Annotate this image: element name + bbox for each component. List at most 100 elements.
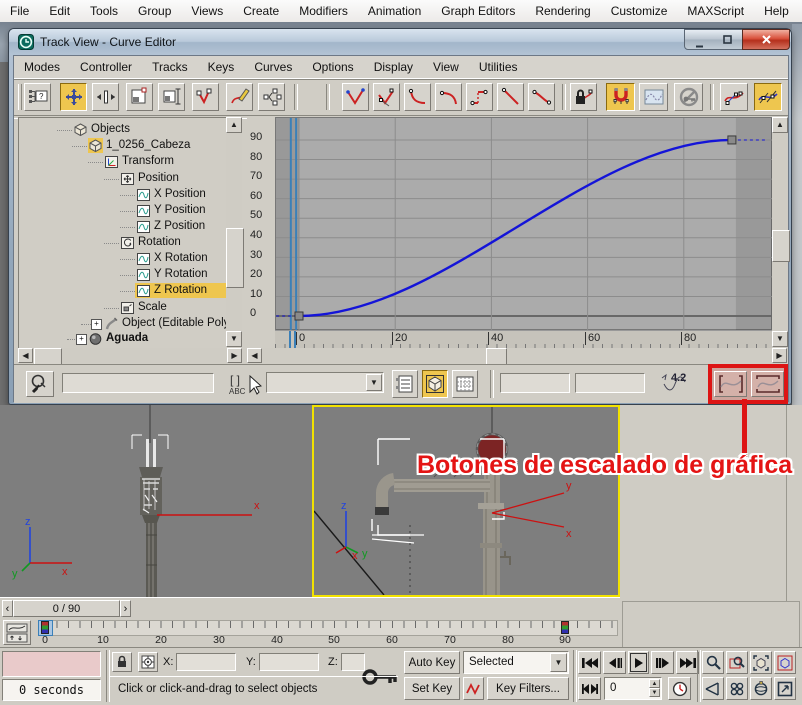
hierarchy-tree[interactable]: Objects 1_0256_Cabeza Transform Position… bbox=[18, 117, 227, 348]
track-sets-editor-button[interactable] bbox=[392, 370, 418, 398]
filters-button[interactable]: ? bbox=[24, 83, 51, 111]
zoom-all-button[interactable] bbox=[726, 651, 748, 674]
key-value-field[interactable] bbox=[575, 373, 645, 393]
tree-item-x-position[interactable]: X Position bbox=[19, 187, 227, 203]
time-slider-tick[interactable] bbox=[289, 331, 291, 348]
set-tangents-slow-button[interactable] bbox=[435, 83, 462, 111]
keyframe-marker-90[interactable] bbox=[561, 621, 569, 634]
set-tangents-custom-button[interactable] bbox=[373, 83, 400, 111]
set-tangents-step-button[interactable] bbox=[466, 83, 493, 111]
set-key-button[interactable]: Set Key bbox=[404, 677, 460, 700]
menu-file[interactable]: File bbox=[0, 0, 39, 22]
tree-item-y-position[interactable]: Y Position bbox=[19, 203, 227, 219]
menu-views[interactable]: Views bbox=[181, 0, 233, 22]
x-coord-field[interactable] bbox=[176, 653, 236, 671]
tree-item-editable-poly[interactable]: +Object (Editable Poly) bbox=[19, 316, 227, 332]
minimize-button[interactable] bbox=[684, 29, 715, 50]
tree-scrollbar-vertical[interactable]: ▲ ▼ bbox=[226, 117, 242, 347]
show-tangents-button[interactable] bbox=[720, 83, 748, 111]
set-tangents-linear-button[interactable] bbox=[497, 83, 524, 111]
next-frame-button[interactable] bbox=[651, 651, 674, 674]
auto-key-button[interactable]: Auto Key bbox=[404, 651, 460, 674]
scroll-down-arrow[interactable]: ▼ bbox=[226, 331, 242, 347]
close-button[interactable] bbox=[742, 29, 790, 50]
tree-item-aguada[interactable]: +Aguada bbox=[19, 331, 227, 347]
menu-tools[interactable]: Tools bbox=[80, 0, 128, 22]
menu-controller[interactable]: Controller bbox=[70, 56, 142, 78]
show-all-tangents-button[interactable] bbox=[754, 83, 782, 111]
draw-curves-button[interactable] bbox=[226, 83, 253, 111]
pan-button[interactable] bbox=[726, 677, 748, 700]
menu-help[interactable]: Help bbox=[754, 0, 799, 22]
zoom-value-extents-button[interactable] bbox=[751, 371, 784, 397]
go-to-start-button[interactable] bbox=[578, 651, 601, 674]
snap-frames-button[interactable] bbox=[606, 83, 635, 111]
scroll-thumb[interactable] bbox=[486, 348, 507, 365]
zoom-extents-all-button[interactable] bbox=[774, 651, 796, 674]
menu-options[interactable]: Options bbox=[302, 56, 363, 78]
maximize-button[interactable] bbox=[713, 29, 743, 50]
y-coord-field[interactable] bbox=[259, 653, 319, 671]
tree-item-scale[interactable]: Scale bbox=[19, 300, 227, 316]
dropdown-arrow[interactable]: ▼ bbox=[550, 653, 567, 672]
scroll-right-arrow[interactable]: ▶ bbox=[772, 348, 787, 363]
menu-display[interactable]: Display bbox=[364, 56, 423, 78]
selection-set-combo[interactable]: Selected ▼ bbox=[463, 651, 569, 674]
lock-selection-button[interactable] bbox=[570, 83, 597, 111]
default-in-out-tangents-button[interactable] bbox=[463, 677, 484, 700]
scroll-up-arrow[interactable]: ▲ bbox=[226, 117, 242, 133]
menu-utilities[interactable]: Utilities bbox=[469, 56, 528, 78]
key-time-field[interactable] bbox=[500, 373, 570, 393]
scroll-thumb[interactable] bbox=[772, 230, 790, 262]
tree-item-position[interactable]: Position bbox=[19, 171, 227, 187]
go-to-end-button[interactable] bbox=[676, 651, 699, 674]
previous-frame-button[interactable] bbox=[603, 651, 626, 674]
track-bar[interactable]: 0 10 20 30 40 50 60 70 80 90 bbox=[0, 618, 620, 647]
menu-keys[interactable]: Keys bbox=[198, 56, 245, 78]
zoom-button[interactable] bbox=[702, 651, 724, 674]
graph-scrollbar-horizontal[interactable]: ◀ ▶ bbox=[247, 348, 788, 363]
tree-item-x-rotation[interactable]: X Rotation bbox=[19, 251, 227, 267]
viewport-perspective-active[interactable]: y x z x y bbox=[312, 405, 620, 597]
menu-customize[interactable]: Customize bbox=[601, 0, 678, 22]
time-configuration-button[interactable] bbox=[668, 677, 691, 700]
mini-curve-editor-button[interactable] bbox=[3, 620, 31, 645]
scroll-left-arrow[interactable]: ◀ bbox=[247, 348, 262, 363]
curve-graph[interactable] bbox=[275, 117, 772, 330]
scale-keys-button[interactable] bbox=[126, 83, 153, 111]
scroll-left-arrow[interactable]: ◀ bbox=[18, 348, 33, 363]
menu-view[interactable]: View bbox=[423, 56, 469, 78]
dropdown-arrow[interactable]: ▼ bbox=[366, 374, 382, 391]
viewport-front[interactable]: x z x y bbox=[0, 405, 312, 597]
menu-animation[interactable]: Animation bbox=[358, 0, 431, 22]
menu-maxscript[interactable]: MAXScript bbox=[677, 0, 754, 22]
tree-item-y-rotation[interactable]: Y Rotation bbox=[19, 267, 227, 283]
next-frame-arrow[interactable]: › bbox=[120, 600, 131, 617]
menu-tracks[interactable]: Tracks bbox=[142, 56, 198, 78]
selection-set-dropdown[interactable]: ▼ bbox=[266, 372, 384, 393]
tree-item-z-rotation[interactable]: Z Rotation bbox=[19, 283, 227, 299]
scroll-thumb[interactable] bbox=[226, 228, 244, 288]
menu-rendering[interactable]: Rendering bbox=[525, 0, 600, 22]
scroll-thumb[interactable] bbox=[34, 348, 62, 365]
maxscript-mini-listener[interactable] bbox=[2, 651, 101, 677]
tree-item-z-position[interactable]: Z Position bbox=[19, 219, 227, 235]
expander-icon[interactable]: + bbox=[76, 334, 87, 345]
param-out-of-range-button[interactable] bbox=[639, 83, 668, 111]
expander-icon[interactable]: + bbox=[91, 319, 102, 330]
slide-keys-button[interactable] bbox=[92, 83, 119, 111]
select-by-name-button[interactable] bbox=[26, 371, 54, 397]
scroll-right-arrow[interactable]: ▶ bbox=[227, 348, 242, 363]
move-keys-button[interactable] bbox=[60, 83, 87, 111]
time-slider-button[interactable]: 0 / 90 bbox=[13, 600, 120, 617]
show-keyable-icons-button[interactable] bbox=[674, 83, 703, 111]
window-title-bar[interactable]: Track View - Curve Editor bbox=[9, 29, 791, 55]
scale-values-button[interactable] bbox=[158, 83, 185, 111]
zoom-horizontal-extents-button[interactable] bbox=[714, 371, 747, 397]
tree-item-objects[interactable]: Objects bbox=[19, 122, 227, 138]
add-keys-button[interactable] bbox=[192, 83, 219, 111]
maximize-viewport-toggle[interactable] bbox=[774, 677, 796, 700]
time-slider-tick[interactable] bbox=[294, 331, 296, 348]
menu-modes[interactable]: Modes bbox=[14, 56, 70, 78]
selection-lock-toggle[interactable] bbox=[112, 652, 132, 672]
